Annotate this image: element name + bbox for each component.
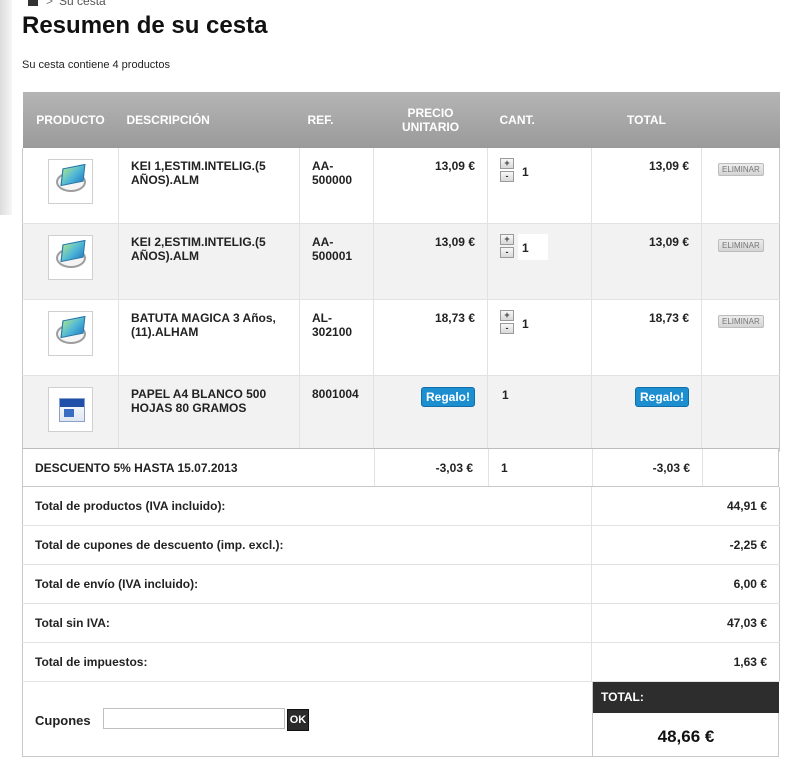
book-speech-bubble-icon[interactable] bbox=[48, 235, 93, 280]
item-description: KEI 1,ESTIM.INTELIG.(5 AÑOS).ALM bbox=[118, 148, 300, 224]
discount-price: -3,03 € bbox=[435, 461, 473, 475]
cart-item-row: BATUTA MAGICA 3 Años, (11).ALHAM AL-3021… bbox=[22, 299, 780, 376]
item-description: BATUTA MAGICA 3 Años, (11).ALHAM bbox=[118, 299, 300, 376]
col-ref: REF. bbox=[299, 92, 374, 148]
col-producto: PRODUCTO bbox=[22, 92, 119, 148]
item-qty-cell: + - 1 bbox=[487, 223, 592, 300]
total-sin-iva-label: Total sin IVA: bbox=[22, 603, 592, 643]
qty-minus-button[interactable]: - bbox=[500, 247, 514, 258]
total-envio-value: 6,00 € bbox=[591, 564, 780, 604]
item-price: 13,09 € bbox=[373, 148, 488, 224]
total-row: Total de productos (IVA incluido): 44,91… bbox=[22, 487, 780, 526]
delete-button[interactable]: ELIMINAR bbox=[718, 239, 764, 252]
item-qty[interactable]: 1 bbox=[522, 165, 529, 179]
cart-footer: Cupones OK TOTAL: 48,66 € bbox=[22, 682, 779, 757]
cart-item-row-gift: PAPEL A4 BLANCO 500 HOJAS 80 GRAMOS 8001… bbox=[22, 375, 780, 452]
breadcrumb: > Su cesta bbox=[28, 0, 106, 8]
item-total: 13,09 € bbox=[591, 148, 702, 224]
total-impuestos-value: 1,63 € bbox=[591, 642, 780, 682]
product-thumb-cell bbox=[22, 299, 119, 376]
total-sin-iva-value: 47,03 € bbox=[591, 603, 780, 643]
home-icon[interactable] bbox=[28, 0, 38, 6]
product-thumb-cell bbox=[22, 375, 119, 452]
item-qty[interactable]: 1 bbox=[522, 317, 529, 331]
item-price-cell: Regalo! bbox=[373, 375, 488, 452]
item-description: PAPEL A4 BLANCO 500 HOJAS 80 GRAMOS bbox=[118, 375, 300, 452]
delete-button[interactable]: ELIMINAR bbox=[718, 163, 764, 176]
delete-button[interactable]: ELIMINAR bbox=[718, 315, 764, 328]
discount-total: -3,03 € bbox=[652, 461, 690, 475]
item-ref: AA-500001 bbox=[299, 223, 374, 300]
item-ref: 8001004 bbox=[299, 375, 374, 452]
item-qty-cell: + - 1 bbox=[487, 148, 592, 224]
item-delete-cell bbox=[701, 375, 780, 452]
item-delete-cell: ELIMINAR bbox=[701, 223, 780, 300]
item-qty[interactable]: 1 bbox=[522, 241, 529, 255]
qty-minus-button[interactable]: - bbox=[500, 171, 514, 182]
qty-plus-button[interactable]: + bbox=[500, 310, 514, 321]
grand-total-label: TOTAL: bbox=[593, 682, 779, 713]
total-row: Total de envío (IVA incluido): 6,00 € bbox=[22, 564, 780, 604]
cart-item-row: KEI 2,ESTIM.INTELIG.(5 AÑOS).ALM AA-5000… bbox=[22, 223, 780, 300]
discount-label: DESCUENTO 5% HASTA 15.07.2013 bbox=[35, 461, 238, 475]
product-thumb-cell bbox=[22, 148, 119, 224]
total-cupones-value: -2,25 € bbox=[591, 525, 780, 565]
item-delete-cell: ELIMINAR bbox=[701, 148, 780, 224]
total-cupones-label: Total de cupones de descuento (imp. excl… bbox=[22, 525, 592, 565]
item-qty: 1 bbox=[502, 388, 509, 402]
cart-item-row: KEI 1,ESTIM.INTELIG.(5 AÑOS).ALM AA-5000… bbox=[22, 148, 780, 224]
coupon-label: Cupones bbox=[35, 713, 91, 728]
item-qty-cell: + - 1 bbox=[487, 299, 592, 376]
total-impuestos-label: Total de impuestos: bbox=[22, 642, 592, 682]
breadcrumb-current: Su cesta bbox=[59, 0, 106, 8]
total-envio-label: Total de envío (IVA incluido): bbox=[22, 564, 592, 604]
col-precio-unitario: PRECIO UNITARIO bbox=[373, 92, 488, 148]
discount-qty: 1 bbox=[501, 461, 508, 475]
total-productos-label: Total de productos (IVA incluido): bbox=[22, 487, 592, 526]
cart-table: PRODUCTO DESCRIPCIÓN REF. PRECIO UNITARI… bbox=[22, 92, 780, 452]
left-shadow bbox=[0, 0, 12, 215]
total-row: Total sin IVA: 47,03 € bbox=[22, 603, 780, 643]
item-total: 13,09 € bbox=[591, 223, 702, 300]
col-cant: CANT. bbox=[487, 92, 592, 148]
coupon-input[interactable] bbox=[103, 708, 285, 729]
gift-badge: Regalo! bbox=[634, 387, 689, 407]
discount-row: DESCUENTO 5% HASTA 15.07.2013 -3,03 € 1 … bbox=[22, 448, 779, 487]
item-ref: AL-302100 bbox=[299, 299, 374, 376]
page-title: Resumen de su cesta bbox=[22, 12, 268, 39]
col-actions bbox=[701, 92, 780, 148]
item-total-cell: Regalo! bbox=[591, 375, 702, 452]
item-ref: AA-500000 bbox=[299, 148, 374, 224]
product-thumb-cell bbox=[22, 223, 119, 300]
paper-box-icon[interactable] bbox=[48, 387, 93, 432]
grand-total-value: 48,66 € bbox=[657, 727, 715, 746]
book-speech-bubble-icon[interactable] bbox=[48, 159, 93, 204]
qty-plus-button[interactable]: + bbox=[500, 158, 514, 169]
qty-minus-button[interactable]: - bbox=[500, 323, 514, 334]
breadcrumb-separator: > bbox=[46, 0, 54, 8]
total-row: Total de impuestos: 1,63 € bbox=[22, 642, 780, 682]
col-total: TOTAL bbox=[591, 92, 702, 148]
cart-summary-text: Su cesta contiene 4 productos bbox=[22, 59, 170, 71]
totals-table: Total de productos (IVA incluido): 44,91… bbox=[22, 487, 780, 682]
grand-total-box: TOTAL: 48,66 € bbox=[592, 682, 779, 757]
item-description: KEI 2,ESTIM.INTELIG.(5 AÑOS).ALM bbox=[118, 223, 300, 300]
item-delete-cell: ELIMINAR bbox=[701, 299, 780, 376]
item-price: 13,09 € bbox=[373, 223, 488, 300]
book-speech-bubble-icon[interactable] bbox=[48, 311, 93, 356]
item-price: 18,73 € bbox=[373, 299, 488, 376]
total-productos-value: 44,91 € bbox=[591, 487, 780, 526]
gift-badge: Regalo! bbox=[420, 387, 475, 407]
item-total: 18,73 € bbox=[591, 299, 702, 376]
cart-header-row: PRODUCTO DESCRIPCIÓN REF. PRECIO UNITARI… bbox=[22, 92, 780, 148]
coupon-ok-button[interactable]: OK bbox=[287, 709, 309, 731]
item-qty-cell: 1 bbox=[487, 375, 592, 452]
total-row: Total de cupones de descuento (imp. excl… bbox=[22, 525, 780, 565]
col-descripcion: DESCRIPCIÓN bbox=[118, 92, 300, 148]
qty-plus-button[interactable]: + bbox=[500, 234, 514, 245]
